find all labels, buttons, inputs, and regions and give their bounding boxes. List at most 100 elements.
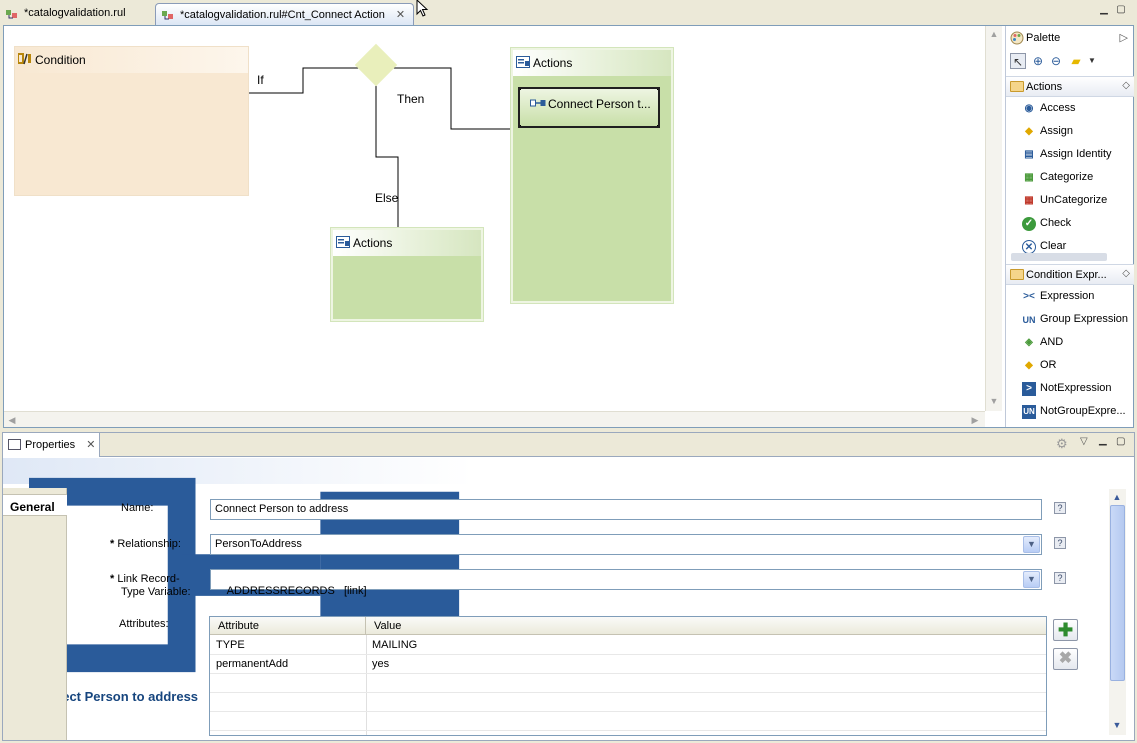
palette-item-expression[interactable]: >< Expression <box>1006 286 1134 308</box>
chevron-down-icon[interactable]: ▼ <box>1023 571 1040 588</box>
editor-tab-connect-action[interactable]: *catalogvalidation.rul#Cnt_Connect Actio… <box>155 3 415 25</box>
link-record-select[interactable]: ADDRESSRECORDS [link] ▼ <box>210 569 1042 597</box>
check-icon: ✓ <box>1022 217 1036 231</box>
name-help-icon[interactable]: ? <box>1054 502 1066 514</box>
table-row-empty[interactable] <box>210 674 1046 693</box>
maximize-view-icon[interactable]: ▢ <box>1116 436 1125 447</box>
scroll-down-icon[interactable]: ▼ <box>986 393 1002 409</box>
chevron-down-icon[interactable]: ▼ <box>1084 53 1100 69</box>
zoom-in-icon[interactable]: ⊕ <box>1030 53 1046 69</box>
remove-attribute-button[interactable]: ✖ <box>1053 648 1078 670</box>
chevron-down-icon[interactable]: ▼ <box>1023 536 1040 553</box>
condition-icon <box>18 53 31 65</box>
minimize-view-icon[interactable]: ▁ <box>1099 435 1107 446</box>
name-field[interactable]: Connect Person to address <box>210 499 1042 520</box>
palette-item-or[interactable]: ◆ OR <box>1006 355 1134 377</box>
condition-expressions-drawer[interactable]: Condition Expr... ◇ <box>1006 264 1134 285</box>
table-row-empty[interactable] <box>210 693 1046 712</box>
selection-handle[interactable] <box>657 89 658 90</box>
relationship-label-text: Relationship: <box>117 538 181 550</box>
palette-item-check[interactable]: ✓ Check <box>1006 213 1134 235</box>
else-actions-box[interactable]: Actions <box>330 227 484 322</box>
selection-handle[interactable] <box>520 89 521 90</box>
drawer-scroll-indicator[interactable] <box>1011 253 1107 261</box>
general-section-tab[interactable]: General <box>3 494 67 516</box>
rule-editor: Condition If Then Else Actions Connect P… <box>3 25 1134 428</box>
pin-drawer-icon[interactable]: ◇ <box>1122 268 1130 279</box>
minimize-editor-icon[interactable]: ▁ <box>1098 4 1110 16</box>
select-tool-icon[interactable]: ↖ <box>1010 53 1026 69</box>
palette-item-and[interactable]: ◈ AND <box>1006 332 1134 354</box>
canvas-vertical-scrollbar[interactable]: ▲ ▼ <box>985 26 1002 411</box>
categorize-icon: ▦ <box>1024 172 1034 183</box>
palette-item-uncategorize[interactable]: ▦ UnCategorize <box>1006 190 1134 212</box>
scrollbar-thumb[interactable] <box>1110 505 1125 681</box>
palette-item-not-group-expression[interactable]: UN NotGroupExpre... <box>1006 401 1134 423</box>
attributes-table[interactable]: Attribute Value TYPE MAILING permanentAd… <box>209 616 1047 736</box>
identity-card-icon: ▤ <box>1024 149 1034 160</box>
relationship-help-icon[interactable]: ? <box>1054 537 1066 549</box>
eye-icon: ◉ <box>1024 103 1034 114</box>
value-column-header[interactable]: Value <box>366 617 1046 635</box>
table-row[interactable]: permanentAdd yes <box>210 655 1046 674</box>
palette-item-label: NotGroupExpre... <box>1040 405 1126 417</box>
link-label-line1: Link Record- <box>117 573 180 585</box>
table-row-empty[interactable] <box>210 712 1046 731</box>
note-tool-icon[interactable]: ▰ <box>1068 53 1084 69</box>
diagram-canvas[interactable]: Condition If Then Else Actions Connect P… <box>4 26 985 411</box>
value-cell: yes <box>372 658 390 670</box>
palette-item-assign-identity[interactable]: ▤ Assign Identity <box>1006 144 1134 166</box>
view-menu-icon[interactable]: ▽ <box>1080 436 1088 447</box>
attribute-cell: TYPE <box>216 639 245 651</box>
editor-tab-catalogvalidation[interactable]: *catalogvalidation.rul <box>0 3 134 25</box>
clear-icon: ✕ <box>1022 240 1036 254</box>
rule-file-icon <box>162 11 173 20</box>
pin-drawer-icon[interactable]: ◇ <box>1122 80 1130 91</box>
if-label: If <box>257 73 264 87</box>
palette-item-group-expression[interactable]: UN Group Expression <box>1006 309 1134 331</box>
scroll-up-icon[interactable]: ▲ <box>986 26 1002 42</box>
not-expression-icon: > <box>1022 382 1036 396</box>
actions-drawer[interactable]: Actions ◇ <box>1006 76 1134 97</box>
close-tab-icon[interactable]: ✕ <box>396 9 405 21</box>
link-value: ADDRESSRECORDS [link] <box>226 585 367 597</box>
pin-view-icon[interactable]: ⚙ <box>1056 436 1068 452</box>
value-cell: MAILING <box>372 639 418 651</box>
folder-open-icon <box>1010 81 1024 92</box>
palette-item-access[interactable]: ◉ Access <box>1006 98 1134 120</box>
uncategorize-icon: ▦ <box>1024 195 1034 206</box>
zoom-out-icon[interactable]: ⊖ <box>1048 53 1064 69</box>
palette-item-label: AND <box>1040 336 1064 348</box>
add-attribute-button[interactable]: ✚ <box>1053 619 1078 641</box>
palette-item-label: OR <box>1040 359 1057 371</box>
properties-tab[interactable]: Properties ✕ <box>3 433 100 457</box>
palette-toolbar: ↖ ⊕ ⊖ ▰ ▼ <box>1010 53 1130 73</box>
scroll-right-icon[interactable]: ▶ <box>967 412 983 428</box>
palette-item-assign[interactable]: ◆ Assign <box>1006 121 1134 143</box>
scroll-down-icon[interactable]: ▼ <box>1109 717 1125 733</box>
palette-header[interactable]: Palette ▷ <box>1006 26 1134 50</box>
scroll-up-icon[interactable]: ▲ <box>1109 489 1125 505</box>
palette-item-label: Access <box>1040 102 1076 114</box>
connect-person-action-item[interactable]: Connect Person t... <box>518 87 660 128</box>
table-row[interactable]: TYPE MAILING <box>210 636 1046 655</box>
palette-item-not-expression[interactable]: > NotExpression <box>1006 378 1134 400</box>
selection-handle[interactable] <box>657 125 658 126</box>
action-item-label: Connect Person t... <box>548 97 651 111</box>
selection-handle[interactable] <box>520 125 521 126</box>
properties-vertical-scrollbar[interactable]: ▲ ▼ <box>1109 489 1126 735</box>
maximize-editor-icon[interactable]: ▢ <box>1115 4 1127 16</box>
relationship-select[interactable]: PersonToAddress ▼ <box>210 534 1042 555</box>
canvas-horizontal-scrollbar[interactable]: ◀ ▶ <box>4 411 985 427</box>
required-marker: * <box>110 538 115 550</box>
palette-item-categorize[interactable]: ▦ Categorize <box>1006 167 1134 189</box>
palette-collapse-icon[interactable]: ▷ <box>1120 31 1128 44</box>
condition-box[interactable]: Condition <box>14 46 249 196</box>
palette-item-label: Expression <box>1040 290 1095 302</box>
palette-item-label: Check <box>1040 217 1072 229</box>
link-record-help-icon[interactable]: ? <box>1054 572 1066 584</box>
attribute-column-header[interactable]: Attribute <box>210 617 366 635</box>
condition-header: Condition <box>15 47 248 73</box>
close-view-icon[interactable]: ✕ <box>86 439 95 451</box>
scroll-left-icon[interactable]: ◀ <box>4 412 20 428</box>
